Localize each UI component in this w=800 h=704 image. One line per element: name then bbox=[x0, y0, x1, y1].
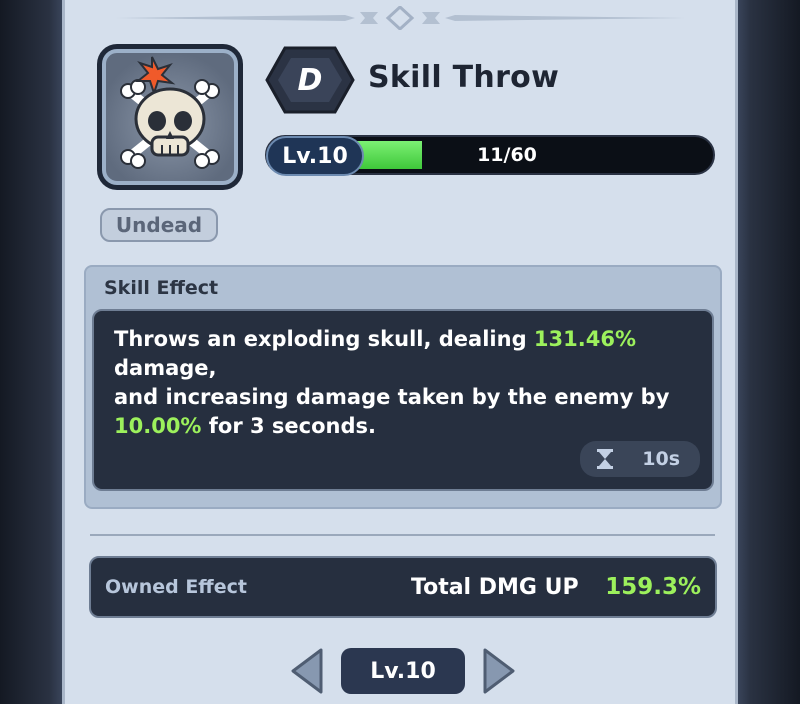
skill-effect-title: Skill Effect bbox=[104, 277, 219, 299]
category-tag: Undead bbox=[100, 208, 218, 242]
debuff-percent: 10.00% bbox=[114, 414, 202, 438]
chevron-right-icon bbox=[483, 648, 515, 694]
effect-line4: for 3 seconds. bbox=[201, 414, 377, 438]
progress-fill bbox=[357, 141, 422, 169]
next-level-button[interactable] bbox=[479, 646, 519, 696]
rank-letter: D bbox=[297, 62, 323, 98]
effect-description-text: Throws an exploding skull, dealing 131.4… bbox=[114, 325, 692, 441]
owned-effect-row: Owned Effect Total DMG UP 159.3% bbox=[89, 556, 717, 618]
left-backdrop bbox=[0, 0, 62, 704]
rank-badge: D bbox=[265, 46, 355, 114]
level-progress-bar: 11/60 Lv.10 bbox=[265, 135, 715, 176]
effect-line3: and increasing damage taken by the enemy… bbox=[114, 385, 670, 409]
effect-line1: Throws an exploding skull, dealing bbox=[114, 327, 534, 351]
owned-effect-value: 159.3% bbox=[605, 574, 701, 600]
effect-line2: damage, bbox=[114, 356, 217, 380]
skill-detail-panel: Undead D Skill Throw 11/60 Lv.10 Skill E… bbox=[62, 0, 738, 704]
level-selector[interactable]: Lv.10 bbox=[341, 648, 465, 694]
damage-percent: 131.46% bbox=[533, 327, 636, 351]
skill-title: Skill Throw bbox=[368, 60, 560, 95]
chevron-left-icon bbox=[291, 648, 323, 694]
level-pill: Lv.10 bbox=[266, 136, 364, 176]
skill-icon-frame[interactable] bbox=[97, 44, 243, 190]
hourglass-icon bbox=[597, 449, 613, 469]
owned-effect-stat: Total DMG UP bbox=[411, 574, 579, 600]
prev-level-button[interactable] bbox=[287, 646, 327, 696]
header-ornament bbox=[115, 6, 685, 30]
skill-effect-card: Skill Effect Throws an exploding skull, … bbox=[84, 265, 722, 509]
progress-count: 11/60 bbox=[477, 144, 537, 166]
skill-effect-description: Throws an exploding skull, dealing 131.4… bbox=[92, 309, 714, 491]
section-divider bbox=[90, 534, 715, 536]
cooldown-badge: 10s bbox=[580, 441, 700, 477]
owned-effect-label: Owned Effect bbox=[105, 576, 247, 598]
skull-bomb-icon bbox=[102, 49, 238, 185]
right-backdrop bbox=[738, 0, 800, 704]
cooldown-value: 10s bbox=[642, 448, 680, 470]
